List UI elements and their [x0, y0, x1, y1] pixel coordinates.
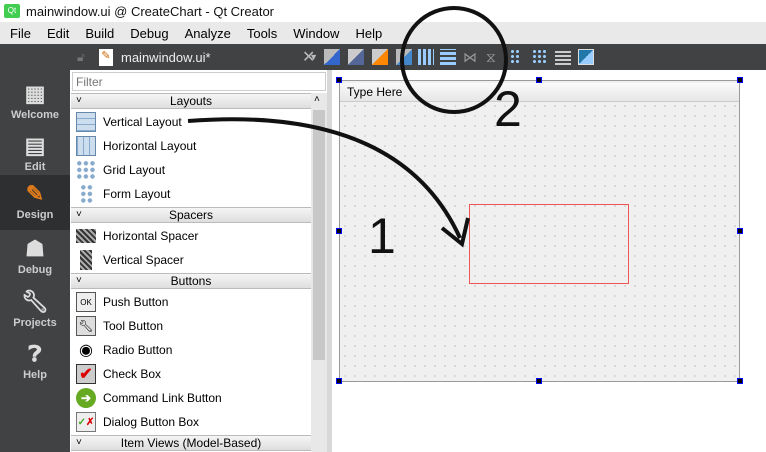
drag-arrow	[187, 117, 462, 239]
step-2-label: 2	[494, 81, 522, 137]
step-1-label: 1	[368, 208, 396, 264]
highlight-circle	[400, 6, 508, 114]
